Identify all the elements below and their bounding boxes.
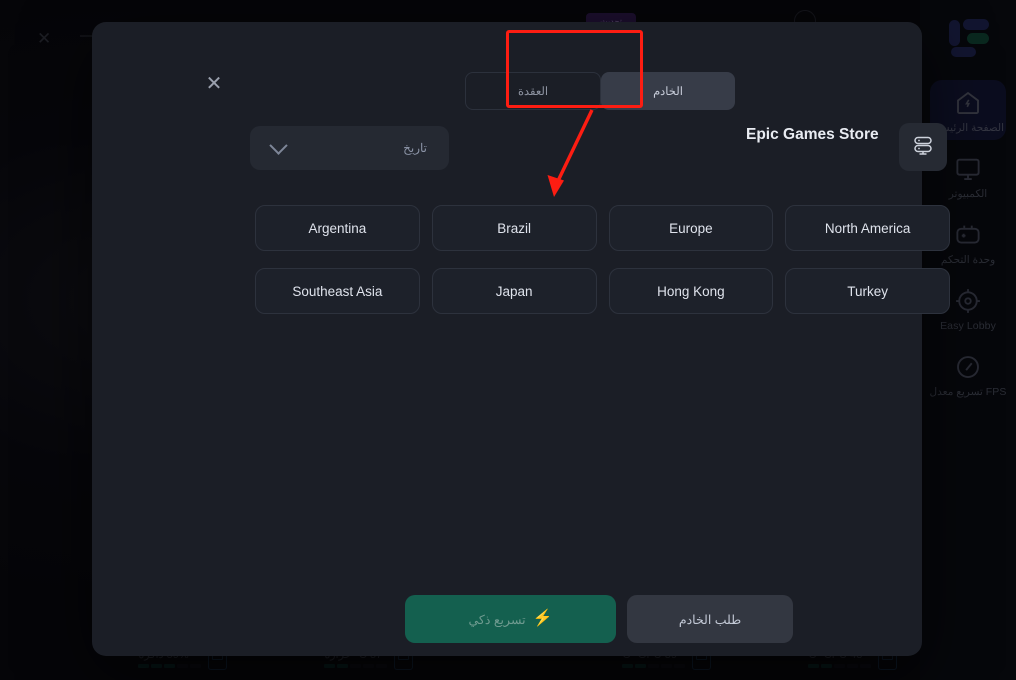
region-grid: Argentina Brazil Europe North America So… [255,205,950,314]
date-sort-value: تاريخ [403,141,427,155]
request-server-button[interactable]: طلب الخادم [627,595,793,643]
modal-tabs: الخادم العقدة [465,72,735,110]
tab-node[interactable]: العقدة [465,72,601,110]
lightning-bolt-icon: ⚡ [532,610,553,627]
region-button-brazil[interactable]: Brazil [431,205,597,251]
modal-footer-actions: ⚡ تسريع ذكي طلب الخادم [405,595,793,643]
region-button-turkey[interactable]: Turkey [785,268,950,314]
region-button-southeast-asia[interactable]: Southeast Asia [255,268,420,314]
region-button-hong-kong[interactable]: Hong Kong [608,268,774,314]
chevron-down-icon [269,135,288,155]
region-button-argentina[interactable]: Argentina [255,205,420,251]
server-selection-modal: ✕ الخادم العقدة تاريخ Epic Games Store A… [92,22,950,656]
smart-accelerate-label: تسريع ذكي [468,612,526,627]
close-icon[interactable]: ✕ [202,72,226,96]
smart-accelerate-button[interactable]: ⚡ تسريع ذكي [405,595,616,643]
store-title: Epic Games Store [746,126,879,143]
tab-server[interactable]: الخادم [601,72,735,110]
region-button-north-america[interactable]: North America [785,205,950,251]
region-button-europe[interactable]: Europe [608,205,774,251]
region-button-japan[interactable]: Japan [431,268,597,314]
server-list-button[interactable] [899,123,947,171]
date-sort-dropdown[interactable]: تاريخ [250,126,449,170]
server-rack-icon [911,133,935,162]
